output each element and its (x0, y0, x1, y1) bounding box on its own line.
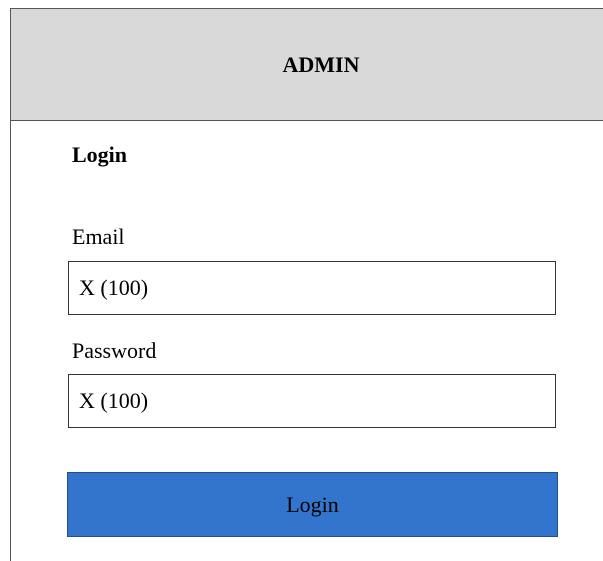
login-form-title: Login (72, 142, 128, 167)
email-label: Email (72, 224, 125, 249)
header-title: ADMIN (282, 51, 360, 77)
email-field[interactable]: X (100) (68, 261, 556, 315)
login-button[interactable]: Login (67, 472, 558, 537)
password-field[interactable]: X (100) (68, 374, 556, 428)
page-header: ADMIN (10, 8, 603, 121)
password-label: Password (72, 338, 157, 363)
